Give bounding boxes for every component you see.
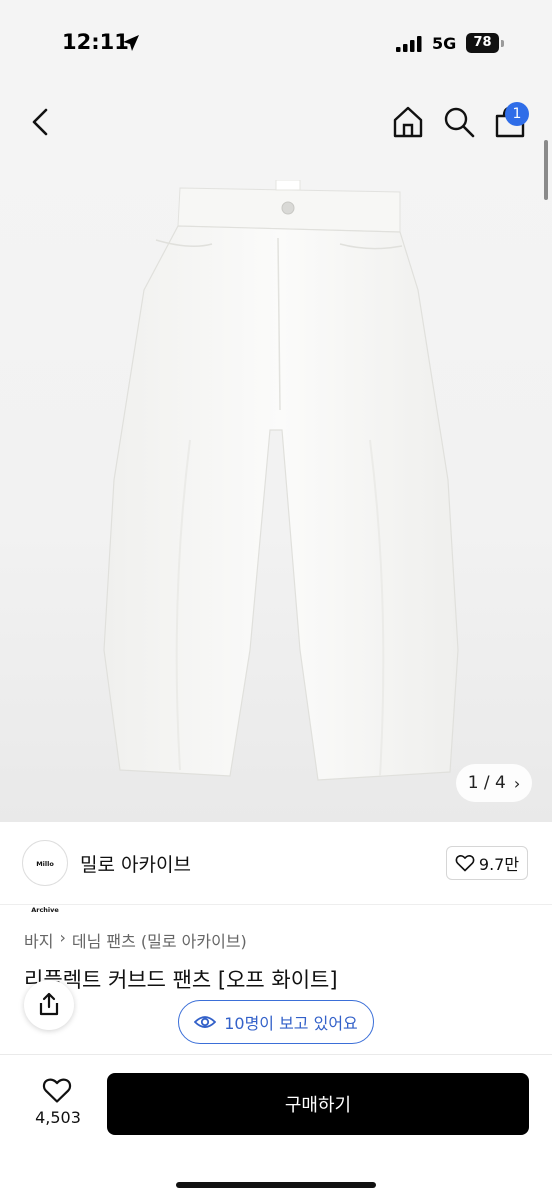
heart-icon [455, 855, 475, 872]
chevron-right-icon: › [513, 773, 521, 793]
image-counter-text: 1 / 4 [467, 773, 506, 793]
share-icon [39, 992, 59, 1016]
back-icon[interactable] [24, 104, 56, 140]
brand-name[interactable]: 밀로 아카이브 [80, 850, 191, 877]
wishlist-heart-icon[interactable] [42, 1076, 72, 1104]
home-indicator[interactable] [176, 1182, 376, 1188]
status-time: 12:11 [62, 30, 129, 54]
battery-icon: 78 [466, 33, 504, 53]
share-button[interactable] [24, 980, 74, 1030]
brand-logo-text: Millo Archive [31, 860, 59, 914]
brand-like-button[interactable]: 9.7만 [446, 846, 528, 880]
cart-badge: 1 [505, 102, 529, 126]
eye-icon [194, 1016, 217, 1028]
network-type: 5G [432, 34, 457, 53]
brand-logo[interactable]: Millo Archive [22, 840, 68, 914]
viewers-indicator: 10명이 보고 있어요 [178, 1000, 374, 1044]
wishlist-count: 4,503 [35, 1108, 81, 1127]
home-icon[interactable] [390, 104, 426, 140]
status-bar: 12:11 5G 78 [0, 0, 552, 80]
viewers-text: 10명이 보고 있어요 [224, 1014, 358, 1033]
chevron-right-icon: › [59, 928, 66, 947]
breadcrumb: 바지 › 데님 팬츠 (밀로 아카이브) [24, 928, 247, 952]
product-title: 리플렉트 커브드 팬츠 [오프 화이트] [24, 968, 338, 992]
image-counter[interactable]: 1 / 4 › [456, 764, 532, 802]
battery-level: 78 [466, 33, 499, 53]
search-icon[interactable] [442, 104, 476, 140]
brand-like-count: 9.7만 [478, 855, 520, 874]
breadcrumb-item[interactable]: 바지 [24, 928, 53, 952]
cellular-signal-icon [396, 36, 422, 52]
battery-nub [501, 40, 504, 47]
scrollbar[interactable] [544, 140, 548, 200]
divider [0, 904, 552, 905]
breadcrumb-item[interactable]: 데님 팬츠 (밀로 아카이브) [72, 928, 247, 952]
product-image[interactable] [100, 180, 460, 800]
buy-button[interactable]: 구매하기 [107, 1073, 529, 1135]
location-arrow-icon [123, 35, 139, 51]
